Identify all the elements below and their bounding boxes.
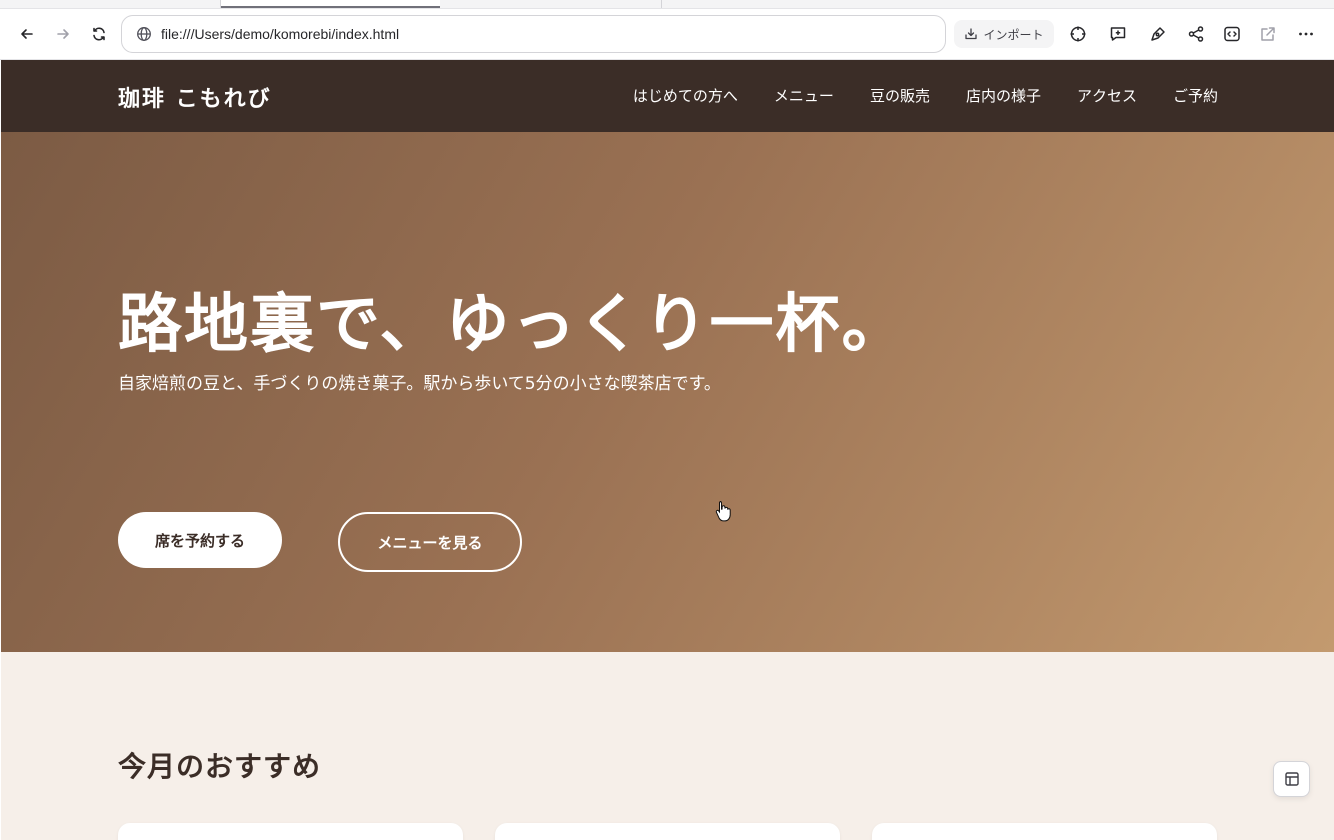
download-box-icon	[965, 28, 978, 40]
import-label: インポート	[983, 27, 1044, 42]
layout-panel-button[interactable]	[1273, 761, 1310, 797]
forward-button[interactable]	[49, 20, 77, 48]
recommend-card[interactable]	[495, 823, 840, 840]
share-button[interactable]	[1184, 22, 1208, 46]
share-icon	[1188, 26, 1204, 42]
open-external-button[interactable]	[1256, 22, 1280, 46]
reserve-button[interactable]: 席を予約する	[118, 512, 282, 568]
site-nav: はじめての方へ メニュー 豆の販売 店内の様子 アクセス ご予約	[633, 85, 1218, 106]
recommend-card[interactable]	[118, 823, 463, 840]
view-menu-button[interactable]: メニューを見る	[338, 512, 522, 572]
tab-strip	[0, 0, 1334, 9]
arrow-right-icon	[57, 29, 69, 39]
reload-button[interactable]	[85, 20, 113, 48]
crosshair-icon	[1070, 26, 1086, 42]
layout-panel-icon	[1284, 772, 1299, 786]
browser-toolbar: file:///Users/demo/komorebi/index.html イ…	[0, 9, 1334, 60]
code-button[interactable]	[1220, 22, 1244, 46]
external-link-icon	[1261, 27, 1275, 41]
hero-subtitle: 自家焙煎の豆と、手づくりの焼き菓子。駅から歩いて5分の小さな喫茶店です。	[118, 374, 721, 394]
site-logo[interactable]: 珈琲 こもれび	[118, 81, 272, 113]
nav-beans[interactable]: 豆の販売	[870, 85, 930, 106]
nav-access[interactable]: アクセス	[1077, 85, 1137, 106]
hand-cursor-icon	[715, 501, 731, 522]
nav-interior[interactable]: 店内の様子	[966, 85, 1041, 106]
annotate-button[interactable]	[1146, 22, 1170, 46]
arrow-left-icon	[21, 29, 33, 39]
section-title: 今月のおすすめ	[118, 750, 322, 783]
active-tab[interactable]	[221, 0, 440, 8]
crosshair-button[interactable]	[1066, 22, 1090, 46]
hero-section: 路地裏で、ゆっくり一杯。 自家焙煎の豆と、手づくりの焼き菓子。駅から歩いて5分の…	[1, 132, 1334, 652]
nav-menu[interactable]: メニュー	[774, 85, 834, 106]
address-bar[interactable]: file:///Users/demo/komorebi/index.html	[121, 15, 946, 53]
recommend-section: 今月のおすすめ	[1, 652, 1334, 840]
import-button[interactable]: インポート	[954, 20, 1054, 48]
hero-title: 路地裏で、ゆっくり一杯。	[118, 288, 908, 362]
url-text[interactable]: file:///Users/demo/komorebi/index.html	[161, 26, 399, 42]
tab-separator	[661, 0, 662, 8]
globe-icon	[135, 25, 153, 43]
site-header: 珈琲 こもれび はじめての方へ メニュー 豆の販売 店内の様子 アクセス ご予約	[1, 60, 1334, 132]
comment-plus-icon	[1110, 27, 1126, 41]
more-horizontal-icon	[1299, 32, 1313, 36]
more-button[interactable]	[1294, 22, 1318, 46]
code-icon	[1224, 26, 1240, 42]
nav-first-visit[interactable]: はじめての方へ	[633, 85, 738, 106]
recommend-card[interactable]	[872, 823, 1217, 840]
nav-reservation[interactable]: ご予約	[1173, 85, 1218, 106]
comment-button[interactable]	[1106, 22, 1130, 46]
reload-icon	[93, 27, 105, 41]
back-button[interactable]	[13, 20, 41, 48]
pen-tool-icon	[1151, 27, 1165, 41]
